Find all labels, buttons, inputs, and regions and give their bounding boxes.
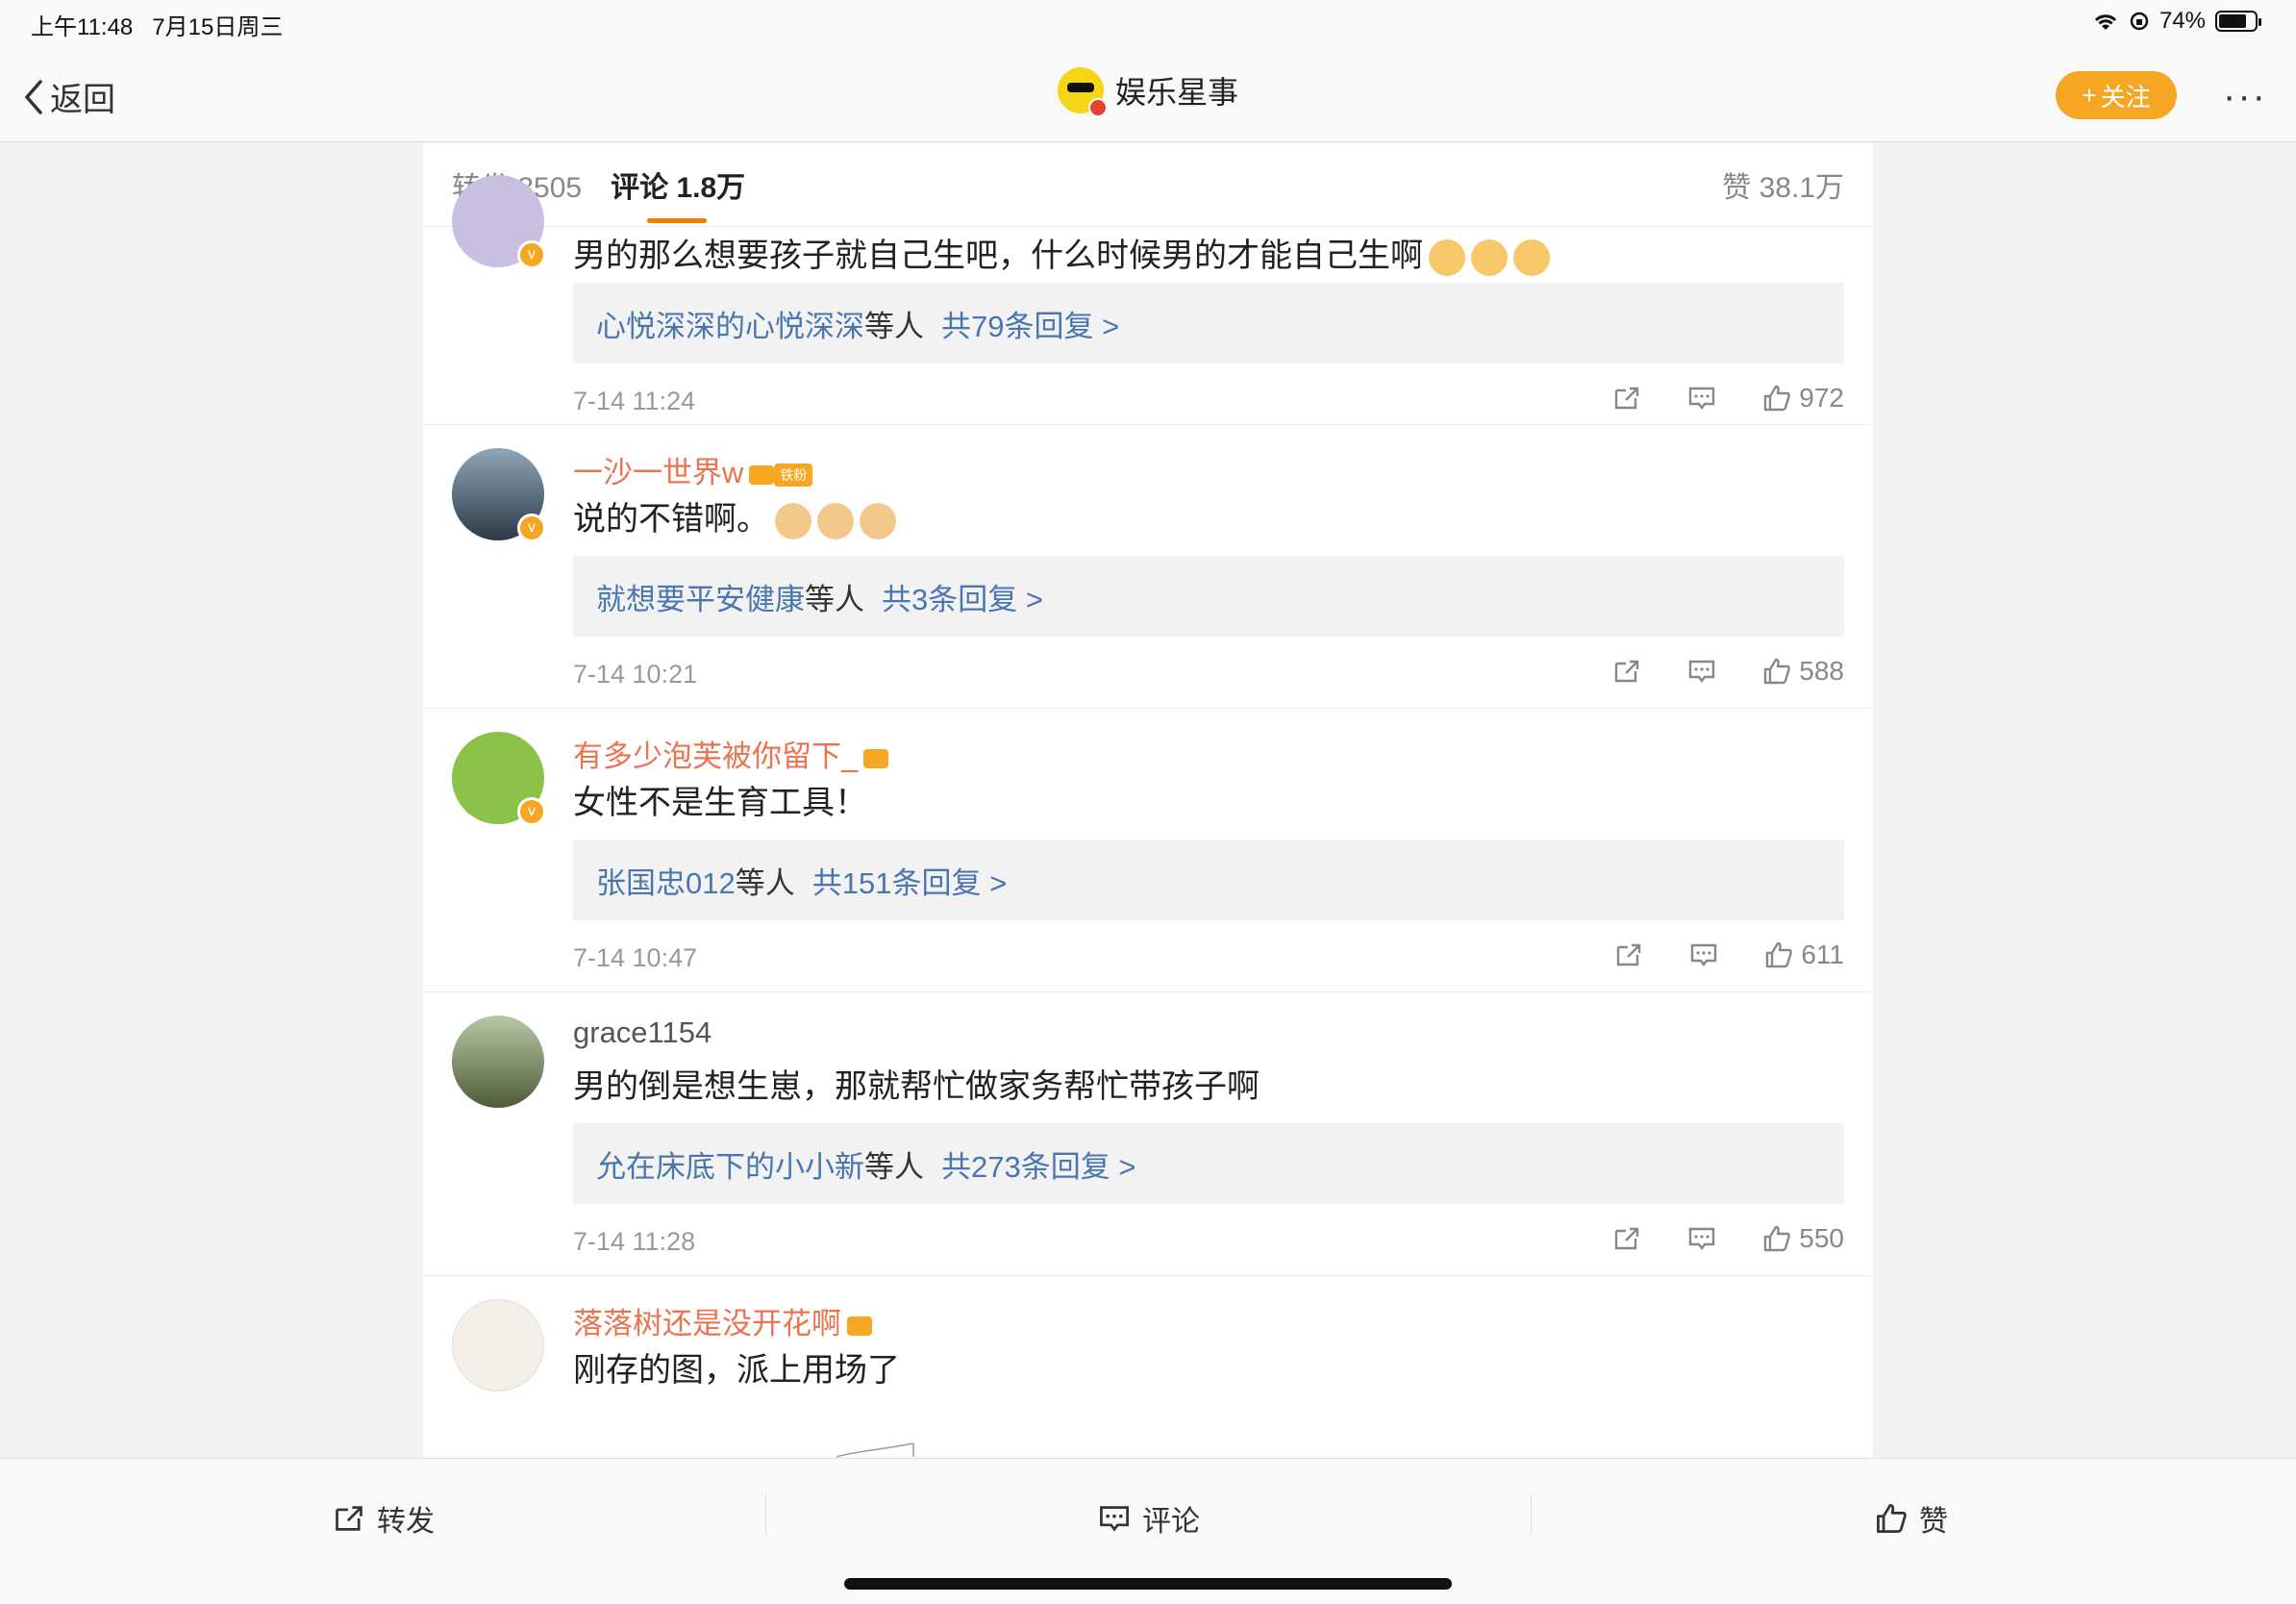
status-bar: 上午11:48 7月15日周三 74% [0, 0, 2296, 46]
verified-icon: v [517, 240, 546, 269]
reply-summary[interactable]: 心悦深深的心悦深深 等人 共79条回复 > [573, 283, 1844, 363]
repost-button[interactable]: 转发 [333, 1497, 435, 1540]
thumbs-up-icon [1764, 658, 1791, 685]
thumbs-up-emoji-icon [775, 503, 811, 540]
battery-icon [2215, 11, 2261, 32]
like-button[interactable]: 赞 [1875, 1497, 1948, 1540]
crown-icon [847, 1316, 872, 1336]
comment-text: 女性不是生育工具！ [573, 785, 867, 821]
verified-icon: v [517, 797, 546, 826]
doge-emoji-icon [1471, 239, 1508, 277]
comment-icon[interactable] [1687, 1225, 1716, 1252]
doge-emoji-icon [1429, 239, 1465, 277]
comment-image-thumbnail[interactable] [827, 1430, 923, 1458]
comment-item: v 一沙一世界w 铁粉 说的不错啊。 就想要平安健康 等人 共3条回复 > 7-14 … [423, 425, 1873, 709]
comments-panel: 转发 3505 评论 1.8万 赞 38.1万 v 男的那么想要孩子就自己生吧，… [423, 142, 1873, 1458]
verified-icon: v [517, 514, 546, 542]
tab-bar: 转发 3505 评论 1.8万 赞 38.1万 [423, 142, 1873, 227]
account-avatar[interactable] [1057, 67, 1108, 117]
share-icon[interactable] [1612, 385, 1641, 412]
share-icon[interactable] [1614, 941, 1643, 968]
comment-time: 7-14 10:21 [573, 660, 698, 689]
username[interactable]: 有多少泡芙被你留下_ [573, 732, 889, 775]
follow-button[interactable]: + 关注 [2056, 71, 2177, 119]
divider [765, 1495, 766, 1534]
bottom-toolbar: 转发 评论 赞 [0, 1458, 2296, 1604]
date: 7月15日周三 [152, 14, 284, 40]
more-button[interactable]: ··· [2223, 75, 2267, 118]
plus-icon: + [2082, 80, 2097, 110]
fan-badge: 铁粉 [774, 463, 813, 487]
comment-actions: 550 [1612, 1223, 1844, 1254]
account-header[interactable]: 娱乐星事 [1057, 67, 1238, 117]
share-icon [336, 1506, 362, 1531]
comment-text: 刚存的图，派上用场了 [573, 1352, 900, 1389]
username[interactable]: 一沙一世界w 铁粉 [573, 448, 813, 491]
like-button[interactable]: 611 [1764, 940, 1844, 970]
home-indicator[interactable] [844, 1578, 1452, 1590]
comment-button[interactable]: 评论 [1098, 1497, 1200, 1540]
wifi-icon [2094, 14, 2117, 30]
like-button[interactable]: 972 [1762, 383, 1844, 414]
status-indicators: 74% [2092, 8, 2261, 35]
comment-item: grace1154 男的倒是想生崽，那就帮忙做家务帮忙带孩子啊 允在床底下的小小… [423, 992, 1873, 1276]
thumbs-up-icon [1764, 385, 1791, 412]
reply-summary[interactable]: 张国忠012 等人 共151条回复 > [573, 840, 1844, 920]
account-name[interactable]: 娱乐星事 [1115, 68, 1238, 113]
comment-item: v 男的那么想要孩子就自己生吧，什么时候男的才能自己生啊 心悦深深的心悦深深 等人… [423, 175, 1873, 425]
clock: 上午11:48 [31, 14, 134, 40]
status-time: 上午11:48 7月15日周三 [31, 8, 283, 41]
avatar[interactable]: v [452, 175, 546, 269]
comment-icon[interactable] [1687, 658, 1716, 685]
username[interactable]: grace1154 [573, 1015, 711, 1050]
share-icon[interactable] [1612, 658, 1641, 685]
comment-text: 男的倒是想生崽，那就帮忙做家务帮忙带孩子啊 [573, 1068, 1260, 1105]
comment-item: v 有多少泡芙被你留下_ 女性不是生育工具！ 张国忠012 等人 共151条回复 >… [423, 709, 1873, 992]
crown-icon [749, 464, 775, 485]
crown-icon [863, 748, 889, 768]
orientation-lock-icon [2130, 12, 2149, 31]
like-button[interactable]: 588 [1762, 656, 1844, 687]
comment-time: 7-14 11:24 [573, 387, 696, 415]
verified-icon [1087, 98, 1108, 117]
thumbs-up-icon [1766, 941, 1793, 968]
thumbs-up-emoji-icon [817, 503, 854, 540]
nav-bar: 返回 娱乐星事 + 关注 ··· [0, 46, 2296, 142]
tab-comments[interactable]: 评论 1.8万 [611, 163, 745, 223]
comment-time: 7-14 10:47 [573, 943, 698, 972]
share-icon[interactable] [1612, 1225, 1641, 1252]
battery-percent: 74% [2159, 8, 2206, 34]
back-label: 返回 [50, 82, 115, 118]
comment-icon[interactable] [1687, 385, 1716, 412]
reply-summary[interactable]: 就想要平安健康 等人 共3条回复 > [573, 556, 1844, 637]
avatar[interactable]: v [452, 448, 546, 542]
avatar[interactable] [452, 1299, 544, 1391]
like-button[interactable]: 550 [1762, 1223, 1844, 1254]
avatar[interactable] [452, 1015, 544, 1108]
reply-summary[interactable]: 允在床底下的小小新 等人 共273条回复 > [573, 1123, 1844, 1204]
chevron-left-icon [24, 79, 42, 114]
follow-label: 关注 [2100, 82, 2151, 112]
avatar[interactable]: v [452, 732, 546, 826]
comment-text: 说的不错啊。 [573, 492, 896, 540]
comment-actions: 588 [1612, 656, 1844, 687]
thumbs-up-icon [1764, 1225, 1791, 1252]
thumbs-up-emoji-icon [860, 503, 896, 540]
divider [1531, 1495, 1532, 1534]
thumbs-up-icon [1877, 1504, 1907, 1533]
username[interactable]: 落落树还是没开花啊 [573, 1299, 872, 1342]
comment-icon[interactable] [1689, 941, 1718, 968]
back-button[interactable]: 返回 [23, 73, 115, 120]
comment-icon [1100, 1506, 1129, 1532]
doge-emoji-icon [1513, 239, 1550, 277]
tab-likes[interactable]: 赞 38.1万 [1722, 163, 1844, 206]
comment-item: 落落树还是没开花啊 刚存的图，派上用场了 [423, 1276, 1873, 1458]
comment-actions: 611 [1614, 940, 1844, 970]
comment-text: 男的那么想要孩子就自己生吧，什么时候男的才能自己生啊 [573, 229, 1550, 277]
comment-time: 7-14 11:28 [573, 1227, 696, 1256]
comment-actions: 972 [1612, 383, 1844, 414]
